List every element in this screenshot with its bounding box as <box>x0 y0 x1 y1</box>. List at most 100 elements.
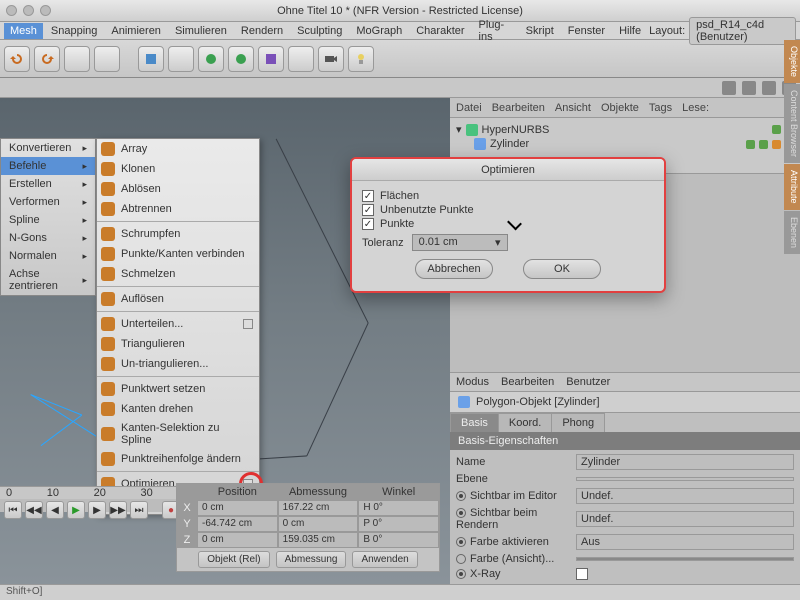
checkbox[interactable] <box>362 204 374 216</box>
submenu-item[interactable]: Unterteilen... <box>97 314 259 334</box>
tool-button[interactable] <box>64 46 90 72</box>
tab-phong[interactable]: Phong <box>551 413 605 432</box>
submenu-item[interactable]: Abtrennen <box>97 199 259 219</box>
hdr-ansicht[interactable]: Ansicht <box>555 102 591 114</box>
side-tab-ebenen[interactable]: Ebenen <box>784 211 800 254</box>
coord-size-select[interactable]: Abmessung <box>276 551 347 568</box>
nurbs-button[interactable] <box>198 46 224 72</box>
options-hint-icon[interactable] <box>243 319 253 329</box>
menu-mesh[interactable]: Mesh <box>4 23 43 39</box>
tolerance-input[interactable]: 0.01 cm▾ <box>412 234 508 251</box>
side-tab-objekte[interactable]: Objekte <box>784 40 800 83</box>
cube-primitive-button[interactable] <box>138 46 164 72</box>
submenu-item[interactable]: Array <box>97 139 259 159</box>
coord-input[interactable]: P 0° <box>358 516 439 532</box>
prop-color-swatch[interactable] <box>576 557 794 561</box>
prop-vis-render-select[interactable]: Undef. <box>576 511 794 527</box>
checkbox-row[interactable]: Unbenutzte Punkte <box>362 203 654 217</box>
dd-befehle[interactable]: Befehle▸ <box>1 157 95 175</box>
dd-konvertieren[interactable]: Konvertieren▸ <box>1 139 95 157</box>
tree-row[interactable]: Zylinder <box>456 137 794 151</box>
dd-achse[interactable]: Achse zentrieren▸ <box>1 265 95 295</box>
tab-basis[interactable]: Basis <box>450 413 499 432</box>
checkbox-row[interactable]: Flächen <box>362 189 654 203</box>
camera-button[interactable] <box>318 46 344 72</box>
coord-input[interactable]: H 0° <box>358 500 439 516</box>
coord-input[interactable]: 167.22 cm <box>278 500 359 516</box>
dd-verformen[interactable]: Verformen▸ <box>1 193 95 211</box>
menu-skript[interactable]: Skript <box>520 23 560 39</box>
close-icon[interactable] <box>6 5 17 16</box>
dd-normalen[interactable]: Normalen▸ <box>1 247 95 265</box>
redo-button[interactable] <box>34 46 60 72</box>
undo-button[interactable] <box>4 46 30 72</box>
hdr-objekte[interactable]: Objekte <box>601 102 639 114</box>
submenu-item[interactable]: Ablösen <box>97 179 259 199</box>
menu-hilfe[interactable]: Hilfe <box>613 23 647 39</box>
view-icon[interactable] <box>742 81 756 95</box>
view-icon[interactable] <box>762 81 776 95</box>
attr-benutzer[interactable]: Benutzer <box>566 376 610 388</box>
menu-rendern[interactable]: Rendern <box>235 23 289 39</box>
submenu-item[interactable]: Un-triangulieren... <box>97 354 259 374</box>
prop-vis-editor-select[interactable]: Undef. <box>576 488 794 504</box>
checkbox[interactable] <box>362 190 374 202</box>
menu-animieren[interactable]: Animieren <box>105 23 167 39</box>
coord-input[interactable]: 0 cm <box>197 532 278 548</box>
prop-ebene-input[interactable] <box>576 477 794 481</box>
generator-button[interactable] <box>228 46 254 72</box>
menu-plugins[interactable]: Plug-ins <box>473 17 518 45</box>
attr-bearbeiten[interactable]: Bearbeiten <box>501 376 554 388</box>
checkbox-row[interactable]: Punkte <box>362 217 654 231</box>
traffic-lights[interactable] <box>6 5 51 16</box>
dd-ngons[interactable]: N-Gons▸ <box>1 229 95 247</box>
next-key-button[interactable]: ▶▶ <box>109 501 127 519</box>
prev-frame-button[interactable]: ◀ <box>46 501 64 519</box>
expand-icon[interactable]: ▾ <box>456 123 462 136</box>
hdr-bearbeiten[interactable]: Bearbeiten <box>492 102 545 114</box>
light-button[interactable] <box>348 46 374 72</box>
tool-button[interactable] <box>94 46 120 72</box>
coord-input[interactable]: 159.035 cm <box>278 532 359 548</box>
spline-button[interactable] <box>168 46 194 72</box>
minimize-icon[interactable] <box>23 5 34 16</box>
attr-modus[interactable]: Modus <box>456 376 489 388</box>
coord-mode-select[interactable]: Objekt (Rel) <box>198 551 269 568</box>
menu-mograph[interactable]: MoGraph <box>350 23 408 39</box>
apply-button[interactable]: Anwenden <box>352 551 417 568</box>
submenu-item[interactable]: Auflösen <box>97 289 259 309</box>
tab-koord[interactable]: Koord. <box>498 413 552 432</box>
tree-row[interactable]: ▾HyperNURBS <box>456 122 794 137</box>
menu-fenster[interactable]: Fenster <box>562 23 611 39</box>
prop-xray-checkbox[interactable] <box>576 568 794 580</box>
hdr-tags[interactable]: Tags <box>649 102 672 114</box>
submenu-item[interactable]: Triangulieren <box>97 334 259 354</box>
dd-spline[interactable]: Spline▸ <box>1 211 95 229</box>
submenu-item[interactable]: Schrumpfen <box>97 224 259 244</box>
cancel-button[interactable]: Abbrechen <box>415 259 493 279</box>
coord-input[interactable]: B 0° <box>358 532 439 548</box>
goto-end-button[interactable]: ⏭ <box>130 501 148 519</box>
environment-button[interactable] <box>288 46 314 72</box>
submenu-item[interactable]: Punktwert setzen <box>97 379 259 399</box>
side-tab-attribute[interactable]: Attribute <box>784 164 800 210</box>
prop-name-input[interactable]: Zylinder <box>576 454 794 470</box>
checkbox[interactable] <box>362 218 374 230</box>
view-icon[interactable] <box>722 81 736 95</box>
dd-erstellen[interactable]: Erstellen▸ <box>1 175 95 193</box>
prop-color-act-select[interactable]: Aus <box>576 534 794 550</box>
ok-button[interactable]: OK <box>523 259 601 279</box>
menu-snapping[interactable]: Snapping <box>45 23 104 39</box>
play-button[interactable]: ▶ <box>67 501 85 519</box>
menu-sculpting[interactable]: Sculpting <box>291 23 348 39</box>
submenu-item[interactable]: Schmelzen <box>97 264 259 284</box>
zoom-icon[interactable] <box>40 5 51 16</box>
hdr-datei[interactable]: Datei <box>456 102 482 114</box>
coord-input[interactable]: 0 cm <box>278 516 359 532</box>
submenu-item[interactable]: Klonen <box>97 159 259 179</box>
side-tab-content[interactable]: Content Browser <box>784 84 800 163</box>
hdr-lese[interactable]: Lese: <box>682 102 709 114</box>
goto-start-button[interactable]: ⏮ <box>4 501 22 519</box>
coord-input[interactable]: -64.742 cm <box>197 516 278 532</box>
menu-simulieren[interactable]: Simulieren <box>169 23 233 39</box>
